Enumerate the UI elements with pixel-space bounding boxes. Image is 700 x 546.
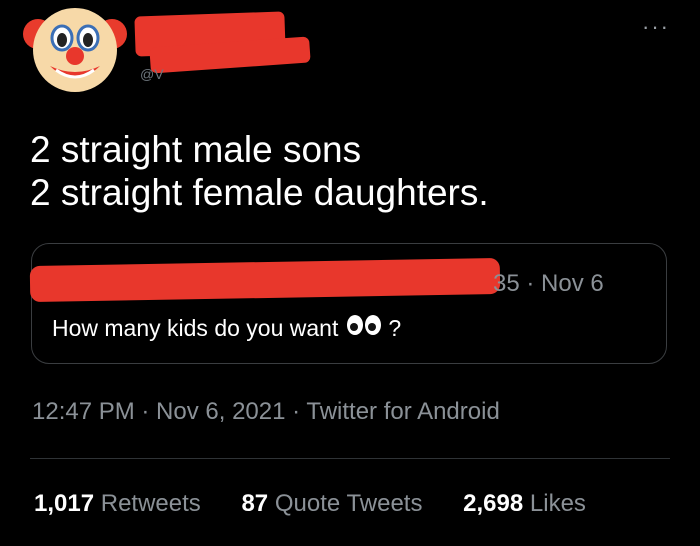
avatar[interactable] [22, 4, 128, 94]
likes-label: Likes [529, 490, 586, 517]
tweet-line-1: 2 straight male sons [30, 129, 362, 170]
author-handle[interactable]: @V [140, 66, 164, 82]
more-options-icon[interactable]: ··· [642, 16, 670, 38]
tweet-timestamp[interactable]: 12:47 PM · Nov 6, 2021 · Twitter for And… [32, 398, 500, 426]
likes-stat[interactable]: 2,698 Likes [463, 490, 586, 517]
retweets-count: 1,017 [34, 490, 95, 517]
retweets-stat[interactable]: 1,017 Retweets [34, 490, 201, 517]
quoted-tweet-meta: 35 · Nov 6 [493, 270, 604, 297]
clown-face-icon [23, 8, 127, 92]
quote-tweets-stat[interactable]: 87 Quote Tweets [241, 490, 422, 517]
quote-tweets-count: 87 [241, 490, 269, 517]
quoted-tweet-trailing: ? [388, 314, 402, 341]
tweet-text: 2 straight male sons 2 straight female d… [30, 128, 670, 214]
likes-count: 2,698 [463, 490, 524, 517]
quoted-tweet-body: How many kids do you want [52, 314, 339, 341]
engagement-stats: 1,017 Retweets 87 Quote Tweets 2,698 Lik… [34, 490, 620, 518]
eyes-icon [346, 314, 382, 342]
quote-tweets-label: Quote Tweets [274, 490, 423, 517]
divider [30, 458, 670, 459]
retweets-label: Retweets [100, 490, 201, 517]
tweet-line-2: 2 straight female daughters. [30, 172, 489, 213]
quoted-tweet-text: How many kids do you want ? [52, 314, 401, 342]
